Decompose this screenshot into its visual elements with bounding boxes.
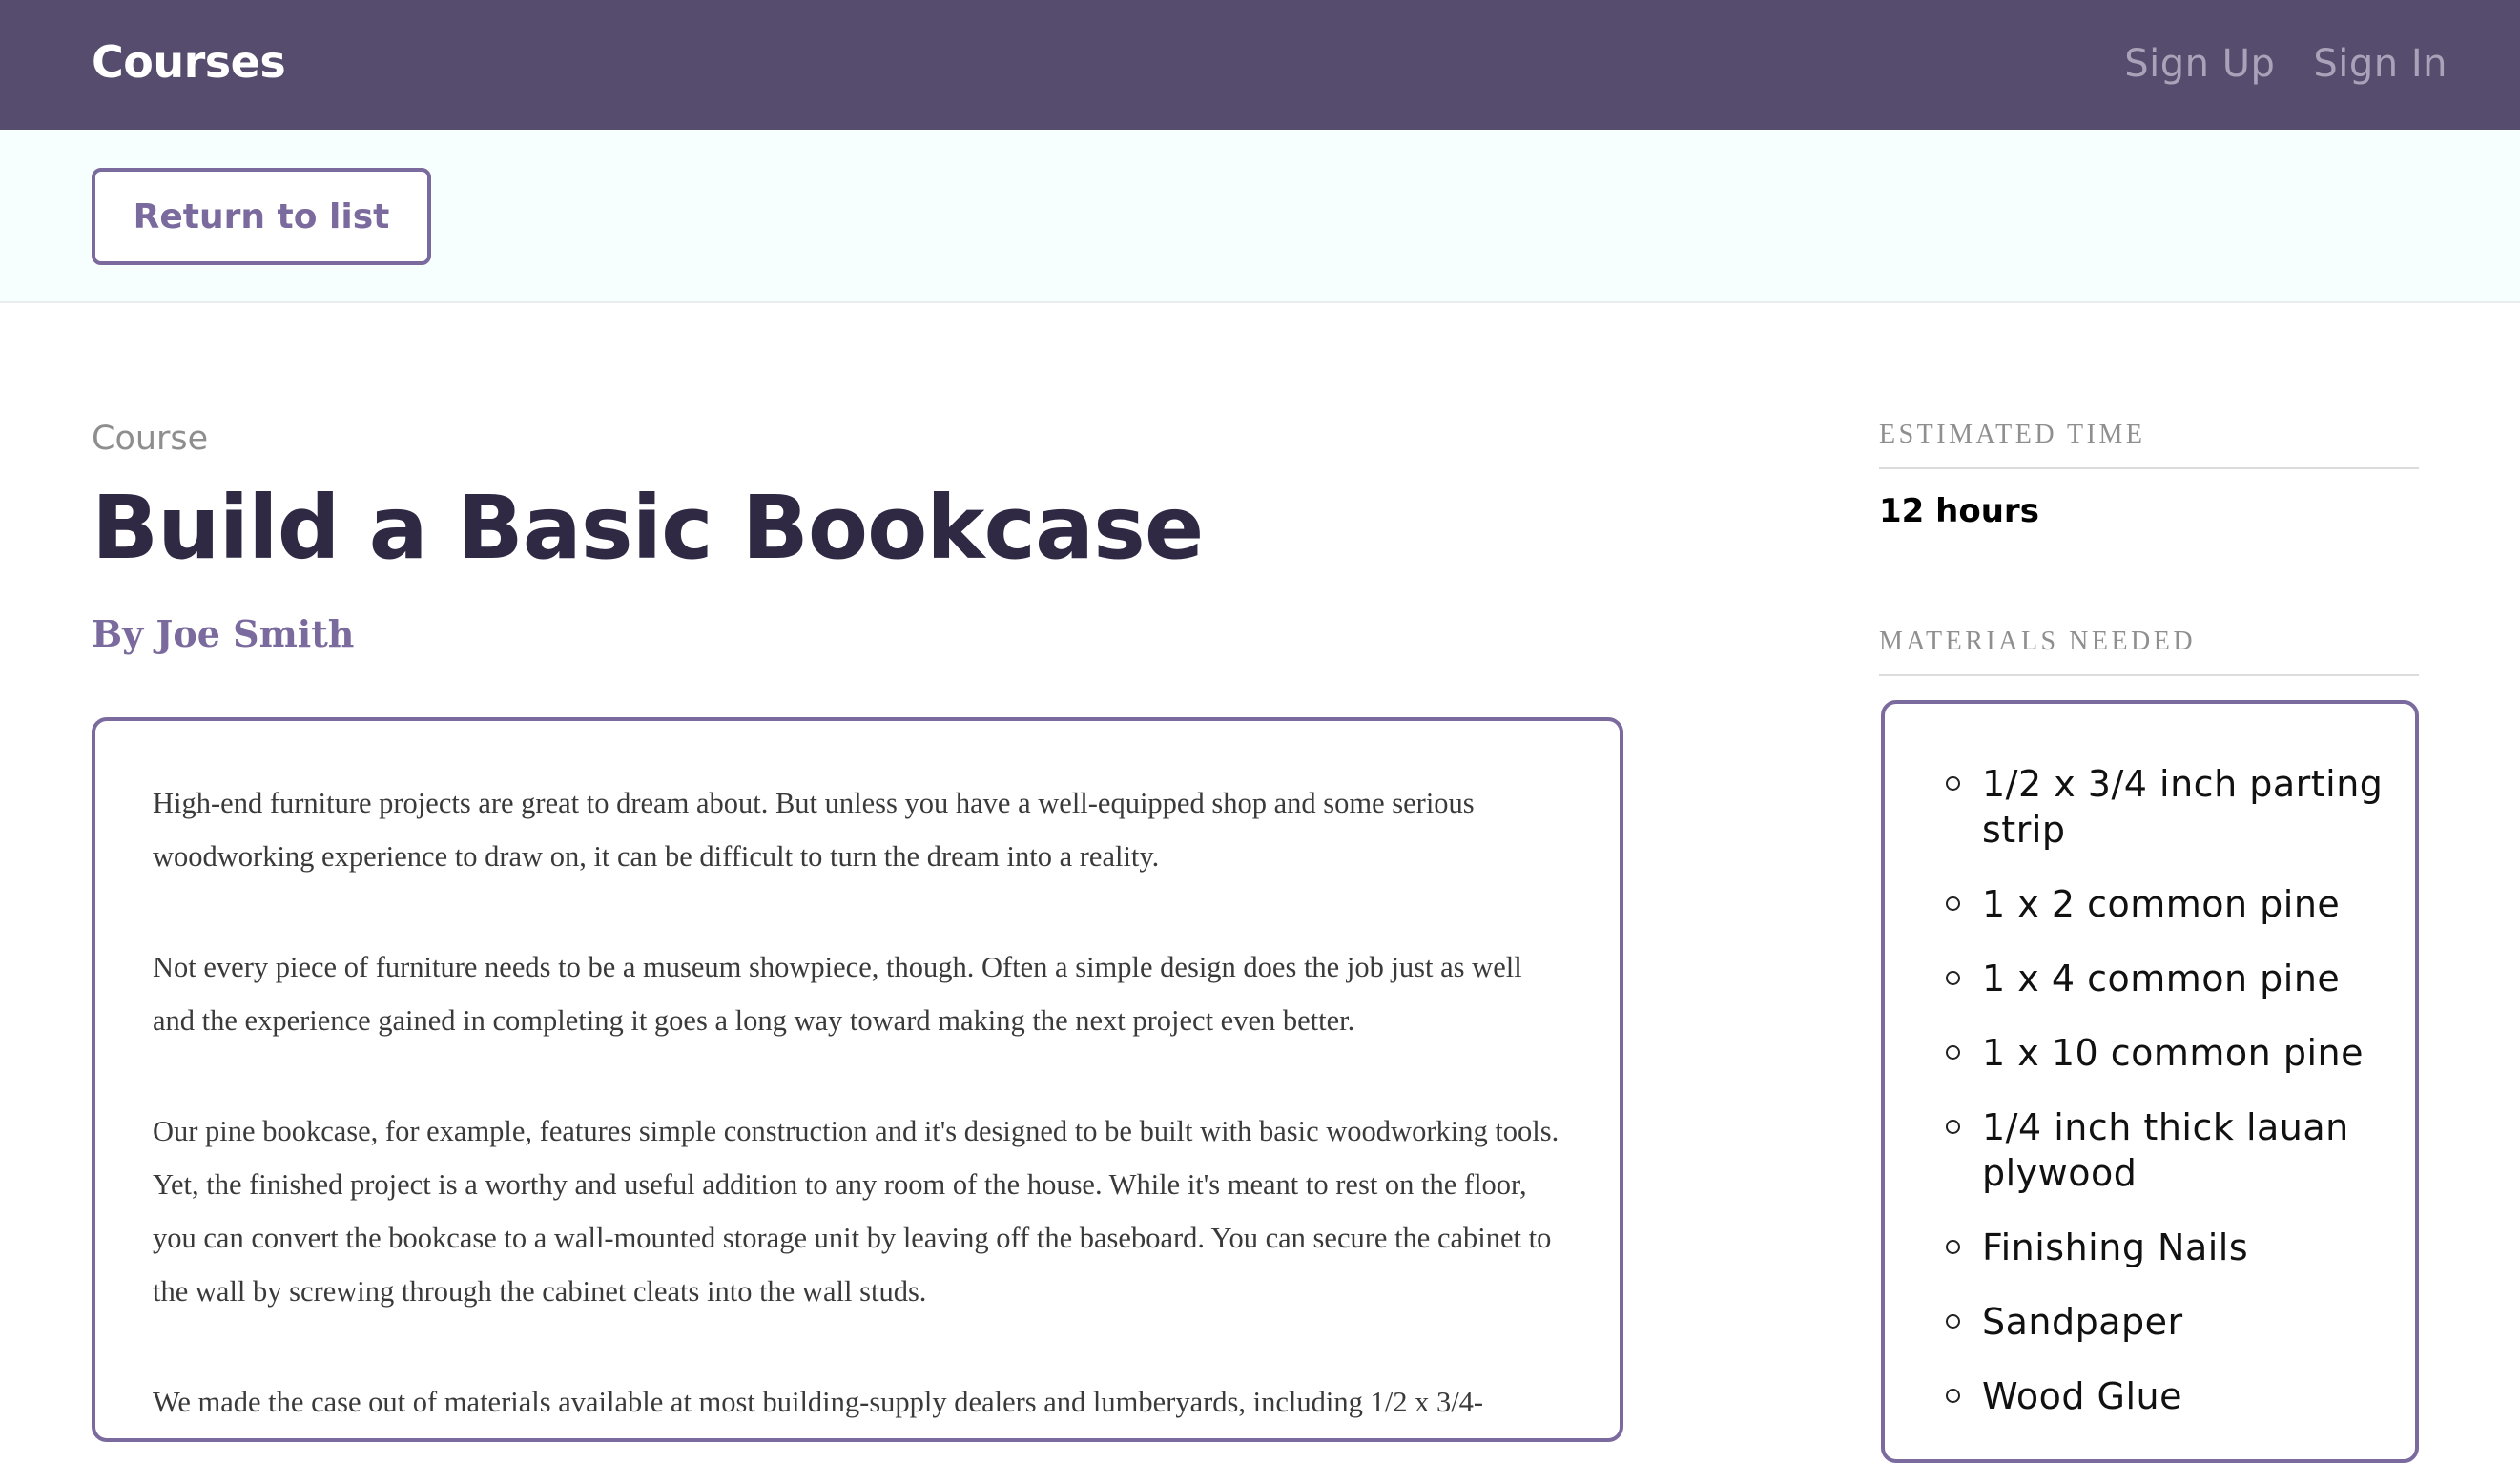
description-paragraph: We made the case out of materials availa… <box>153 1386 1484 1418</box>
material-name: 1/4 inch thick lauan plywood <box>1982 1106 2349 1194</box>
material-name: Finishing Nails <box>1982 1226 2249 1268</box>
material-name: Sandpaper <box>1982 1301 2183 1343</box>
header-nav: Sign Up Sign In <box>2124 42 2448 86</box>
list-item: 1 x 10 common pine <box>1946 1030 2396 1076</box>
circle-bullet-icon <box>1946 1120 1960 1134</box>
circle-bullet-icon <box>1946 1240 1960 1254</box>
description-paragraph: Not every piece of furniture needs to be… <box>153 951 1522 1037</box>
materials-list: 1/2 x 3/4 inch parting strip 1 x 2 commo… <box>1885 704 2415 1419</box>
circle-bullet-icon <box>1946 776 1960 791</box>
materials-heading: Materials Needed <box>1879 627 2419 676</box>
course-label: Course <box>92 420 209 458</box>
circle-bullet-icon <box>1946 896 1960 911</box>
materials-list-box: 1/2 x 3/4 inch parting strip 1 x 2 commo… <box>1881 700 2419 1463</box>
course-description: High-end furniture projects are great to… <box>92 717 1623 1442</box>
material-name: 1 x 10 common pine <box>1982 1032 2364 1074</box>
sign-up-link[interactable]: Sign Up <box>2124 42 2275 86</box>
list-item: Sandpaper <box>1946 1299 2396 1345</box>
list-item: Wood Glue <box>1946 1373 2396 1419</box>
course-title: Build a Basic Bookcase <box>92 477 1204 579</box>
circle-bullet-icon <box>1946 1045 1960 1060</box>
description-paragraph: High-end furniture projects are great to… <box>153 787 1475 873</box>
list-item: 1/4 inch thick lauan plywood <box>1946 1104 2396 1196</box>
circle-bullet-icon <box>1946 971 1960 985</box>
course-author: By Joe Smith <box>92 612 355 655</box>
material-name: 1 x 2 common pine <box>1982 883 2341 925</box>
estimated-time-value: 12 hours <box>1879 492 2039 530</box>
estimated-time-heading: Estimated Time <box>1879 420 2419 469</box>
return-to-list-button[interactable]: Return to list <box>92 168 431 265</box>
circle-bullet-icon <box>1946 1314 1960 1329</box>
material-name: 1/2 x 3/4 inch parting strip <box>1982 763 2384 851</box>
list-item: 1/2 x 3/4 inch parting strip <box>1946 761 2396 853</box>
list-item: 1 x 4 common pine <box>1946 956 2396 1001</box>
actions-bar: Return to list <box>0 130 2520 303</box>
top-header: Courses Sign Up Sign In <box>0 0 2520 130</box>
list-item: 1 x 2 common pine <box>1946 881 2396 927</box>
brand-logo-link[interactable]: Courses <box>92 36 286 88</box>
description-paragraph: Our pine bookcase, for example, features… <box>153 1115 1560 1308</box>
circle-bullet-icon <box>1946 1389 1960 1403</box>
sign-in-link[interactable]: Sign In <box>2313 42 2448 86</box>
list-item: Finishing Nails <box>1946 1225 2396 1270</box>
material-name: Wood Glue <box>1982 1375 2183 1417</box>
material-name: 1 x 4 common pine <box>1982 958 2341 999</box>
